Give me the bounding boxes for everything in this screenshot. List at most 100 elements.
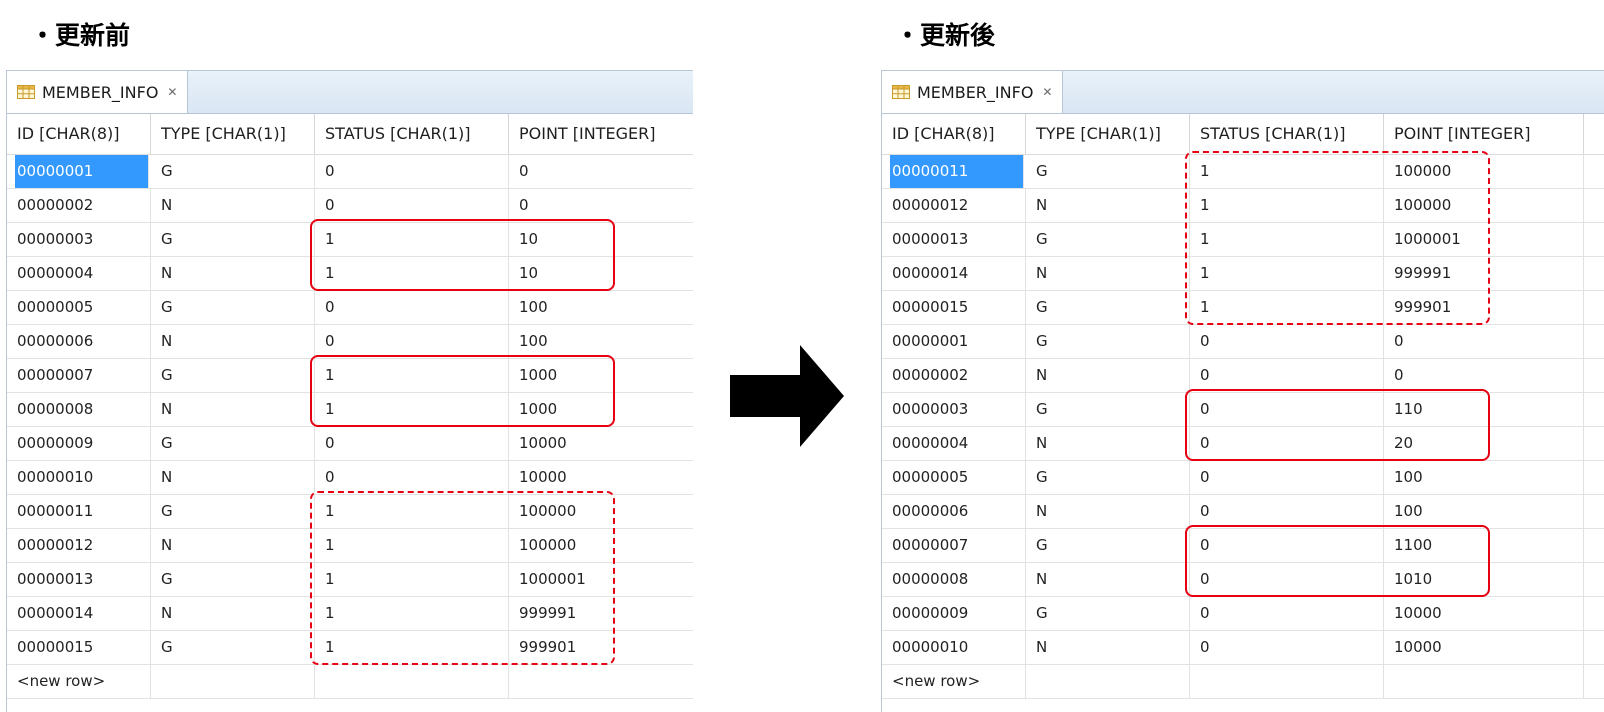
table-cell[interactable]: N [151, 189, 315, 222]
table-cell[interactable]: G [151, 427, 315, 460]
table-cell[interactable]: 00000007 [882, 529, 1026, 562]
table-cell[interactable]: G [151, 359, 315, 392]
column-header[interactable]: TYPE [CHAR(1)] [1026, 114, 1190, 154]
table-cell[interactable]: 00000006 [7, 325, 151, 358]
table-cell[interactable]: N [1026, 563, 1190, 596]
table-cell[interactable]: G [151, 155, 315, 188]
table-cell[interactable]: N [151, 393, 315, 426]
table-cell[interactable]: G [1026, 529, 1190, 562]
column-header[interactable]: ID [CHAR(8)] [7, 114, 151, 154]
table-cell[interactable]: 00000010 [7, 461, 151, 494]
table-cell[interactable]: 0 [509, 189, 693, 222]
table-cell[interactable]: N [1026, 427, 1190, 460]
table-cell[interactable]: 00000010 [882, 631, 1026, 664]
table-cell[interactable]: G [1026, 597, 1190, 630]
table-cell[interactable]: N [151, 461, 315, 494]
new-row-label[interactable]: <new row> [7, 665, 151, 698]
table-cell[interactable]: 00000008 [882, 563, 1026, 596]
table-cell[interactable] [1026, 665, 1190, 698]
table-cell[interactable]: N [151, 325, 315, 358]
table-cell[interactable]: G [151, 495, 315, 528]
column-header[interactable]: STATUS [CHAR(1)] [1190, 114, 1384, 154]
table-cell[interactable]: 00000014 [882, 257, 1026, 290]
table-cell[interactable] [1190, 665, 1384, 698]
table-cell[interactable]: 00000011 [890, 155, 1024, 188]
table-row[interactable]: 00000009 G 0 10000 [882, 597, 1604, 631]
table-cell[interactable]: 00000001 [15, 155, 149, 188]
table-cell[interactable]: N [151, 597, 315, 630]
table-cell[interactable]: 0 [1190, 495, 1384, 528]
table-cell[interactable]: 100 [1384, 461, 1584, 494]
new-row-label[interactable]: <new row> [882, 665, 1026, 698]
table-cell[interactable]: 00000003 [882, 393, 1026, 426]
table-cell[interactable]: 0 [315, 291, 509, 324]
table-row[interactable]: 00000006 N 0 100 [882, 495, 1604, 529]
column-header[interactable]: POINT [INTEGER] [1384, 114, 1584, 154]
table-cell[interactable]: 100 [509, 325, 693, 358]
column-header[interactable]: TYPE [CHAR(1)] [151, 114, 315, 154]
table-cell[interactable]: 00000007 [7, 359, 151, 392]
table-cell[interactable]: G [1026, 325, 1190, 358]
table-cell[interactable]: 10000 [509, 427, 693, 460]
column-header[interactable]: ID [CHAR(8)] [882, 114, 1026, 154]
table-cell[interactable]: 00000006 [882, 495, 1026, 528]
table-cell[interactable] [315, 665, 509, 698]
table-cell[interactable]: N [1026, 631, 1190, 664]
table-cell[interactable]: 0 [509, 155, 693, 188]
table-cell[interactable]: 10000 [509, 461, 693, 494]
table-cell[interactable]: 00000002 [7, 189, 151, 222]
table-cell[interactable]: 0 [315, 427, 509, 460]
close-icon[interactable]: ✕ [167, 85, 177, 99]
table-cell[interactable]: N [1026, 189, 1190, 222]
table-cell[interactable]: 00000008 [7, 393, 151, 426]
table-cell[interactable]: 100 [509, 291, 693, 324]
table-row[interactable]: 00000005 G 0 100 [882, 461, 1604, 495]
table-cell[interactable]: 00000004 [882, 427, 1026, 460]
table-cell[interactable]: 00000011 [7, 495, 151, 528]
table-cell[interactable]: G [151, 223, 315, 256]
table-cell[interactable]: 00000001 [882, 325, 1026, 358]
table-cell[interactable]: N [1026, 359, 1190, 392]
table-cell[interactable]: 0 [1190, 461, 1384, 494]
table-cell[interactable]: 00000015 [7, 631, 151, 664]
table-cell[interactable] [509, 665, 693, 698]
tab-member-info[interactable]: MEMBER_INFO ✕ [882, 71, 1064, 113]
table-cell[interactable]: 00000014 [7, 597, 151, 630]
table-cell[interactable]: 0 [1190, 325, 1384, 358]
table-cell[interactable]: 00000013 [882, 223, 1026, 256]
table-cell[interactable]: N [151, 529, 315, 562]
table-cell[interactable]: 00000012 [882, 189, 1026, 222]
table-cell[interactable] [151, 665, 315, 698]
table-row[interactable]: 00000002 N 0 0 [7, 189, 693, 223]
new-row[interactable]: <new row> [882, 665, 1604, 699]
table-cell[interactable]: 00000003 [7, 223, 151, 256]
table-cell[interactable]: 0 [1190, 631, 1384, 664]
table-cell[interactable] [1384, 665, 1584, 698]
table-row[interactable]: 00000002 N 0 0 [882, 359, 1604, 393]
table-cell[interactable]: 0 [1384, 325, 1584, 358]
table-cell[interactable]: 100 [1384, 495, 1584, 528]
table-cell[interactable]: 0 [315, 155, 509, 188]
table-cell[interactable]: 0 [315, 189, 509, 222]
table-cell[interactable]: N [151, 257, 315, 290]
table-cell[interactable]: 00000004 [7, 257, 151, 290]
table-cell[interactable]: 00000002 [882, 359, 1026, 392]
table-cell[interactable]: 00000013 [7, 563, 151, 596]
table-cell[interactable]: 10000 [1384, 597, 1584, 630]
table-cell[interactable]: G [1026, 223, 1190, 256]
table-cell[interactable]: 0 [315, 325, 509, 358]
table-cell[interactable]: G [151, 291, 315, 324]
table-cell[interactable]: G [1026, 393, 1190, 426]
table-cell[interactable]: 00000005 [7, 291, 151, 324]
table-cell[interactable]: 10000 [1384, 631, 1584, 664]
table-cell[interactable]: 00000009 [7, 427, 151, 460]
table-row[interactable]: 00000001 G 0 0 [882, 325, 1604, 359]
table-cell[interactable]: 00000009 [882, 597, 1026, 630]
table-cell[interactable]: G [1026, 291, 1190, 324]
new-row[interactable]: <new row> [7, 665, 693, 699]
table-cell[interactable]: 0 [1384, 359, 1584, 392]
table-cell[interactable]: G [151, 563, 315, 596]
table-cell[interactable]: 0 [1190, 597, 1384, 630]
close-icon[interactable]: ✕ [1042, 85, 1052, 99]
table-row[interactable]: 00000010 N 0 10000 [882, 631, 1604, 665]
